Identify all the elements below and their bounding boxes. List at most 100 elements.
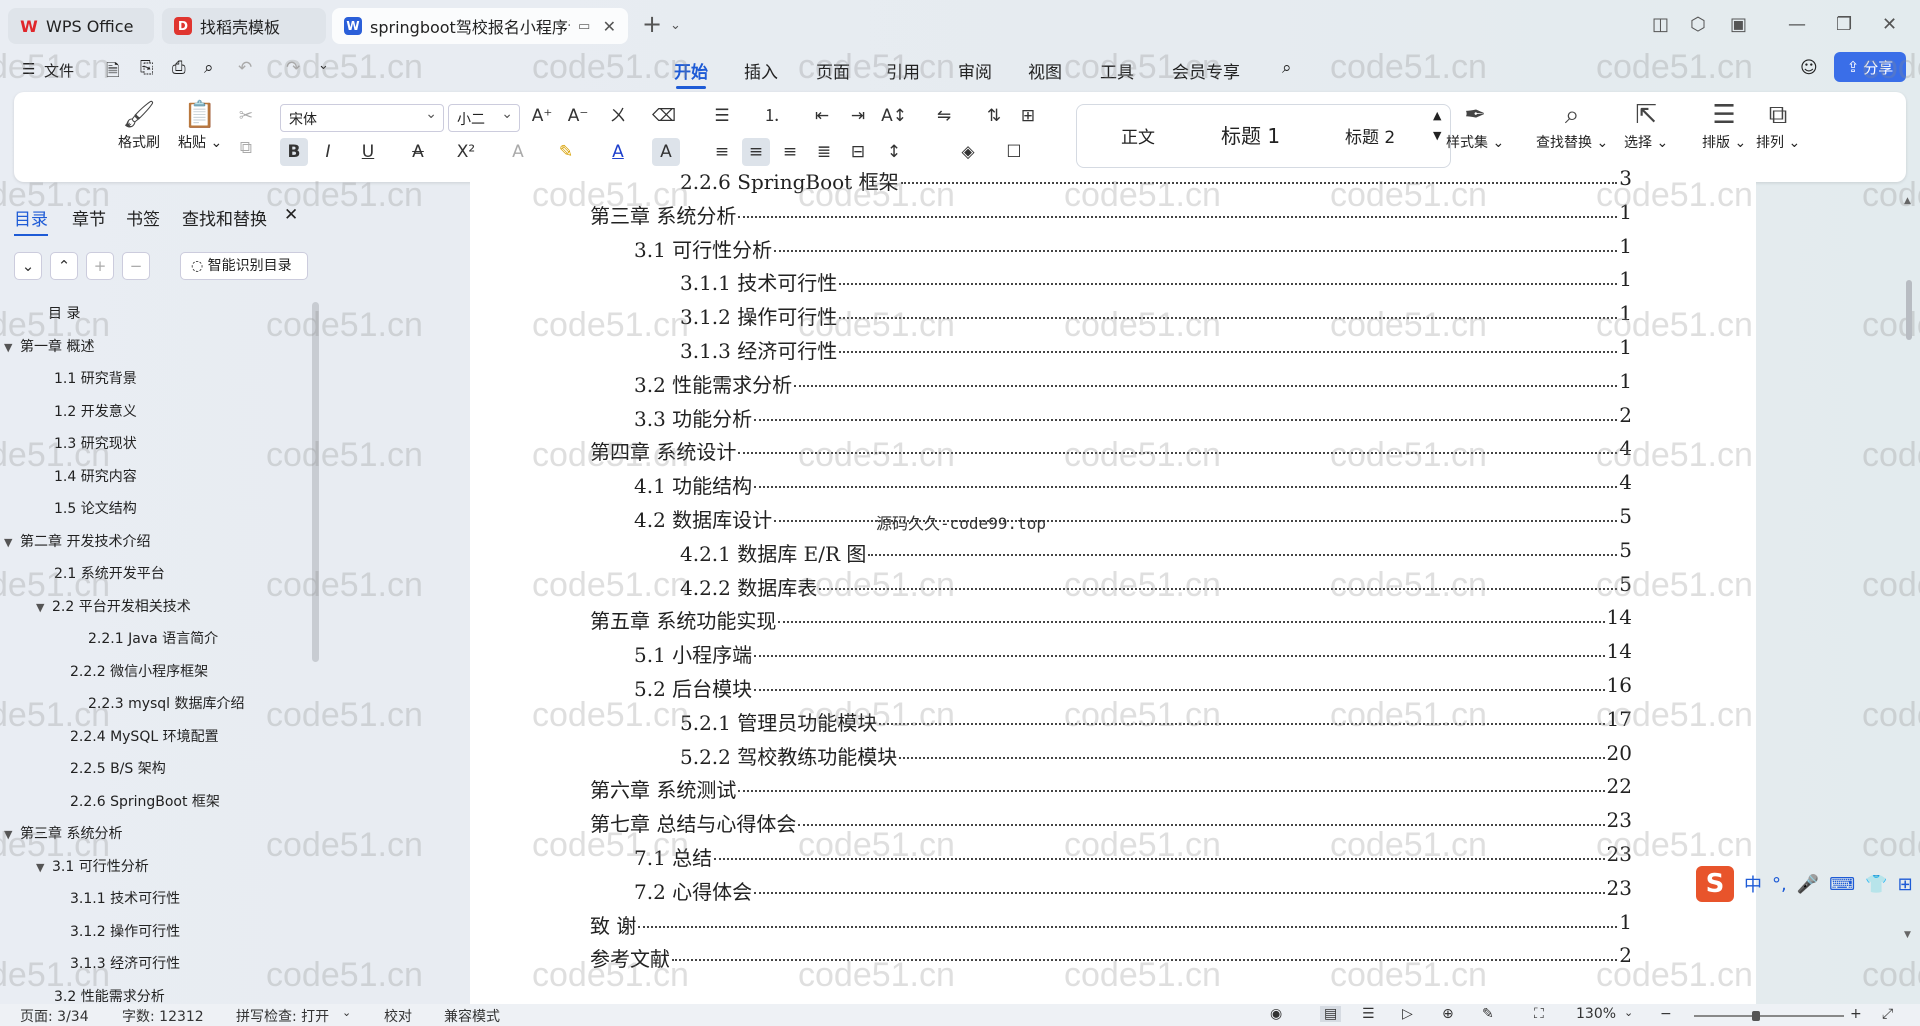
window-icon[interactable]: ▭: [578, 19, 590, 34]
toc-line[interactable]: 4.2.2 数据库表 5: [680, 572, 1632, 600]
toc-line[interactable]: 第五章 系统功能实现 14: [590, 605, 1632, 633]
add-tab-icon[interactable]: +: [642, 10, 662, 38]
page-view-icon[interactable]: ▤: [1320, 1006, 1342, 1022]
convert-icon[interactable]: ⇋: [930, 102, 958, 130]
avatar-icon[interactable]: ▣: [1730, 14, 1747, 35]
play-icon[interactable]: ▷: [1402, 1006, 1413, 1022]
toc-line[interactable]: 3.1 可行性分析 1: [634, 234, 1632, 262]
format-painter-button[interactable]: 🖌 格式刷: [118, 100, 160, 152]
cut-icon[interactable]: ✂: [232, 102, 260, 130]
preview-icon[interactable]: ⌕: [204, 58, 214, 78]
toc-tree-item[interactable]: ▼ 第一章 概述: [4, 336, 94, 356]
toc-tree-item[interactable]: ▼ 第三章 系统分析: [4, 823, 122, 843]
zoom-in-icon[interactable]: +: [1850, 1006, 1862, 1022]
superscript-icon[interactable]: X²: [452, 138, 480, 166]
grid-icon[interactable]: ⊞: [1898, 874, 1913, 895]
sogou-logo-icon[interactable]: S: [1696, 866, 1734, 902]
proofread-button[interactable]: 校对: [384, 1006, 412, 1026]
skin-icon[interactable]: 👕: [1865, 874, 1887, 895]
tab-bookmarks[interactable]: 书签: [126, 205, 160, 230]
ime-language[interactable]: 中: [1744, 871, 1762, 897]
menu-view[interactable]: 视图: [1028, 58, 1062, 83]
pen-icon[interactable]: ✎: [1482, 1006, 1494, 1022]
toc-tree-item[interactable]: 2.2.5 B/S 架构: [70, 758, 166, 778]
font-color-icon[interactable]: A: [604, 138, 632, 166]
arrange-button[interactable]: ⧉ 排列 ⌄: [1756, 100, 1800, 152]
expand-arrow-icon[interactable]: ▼: [36, 601, 52, 614]
show-marks-icon[interactable]: ⊞: [1014, 102, 1042, 130]
spell-check[interactable]: 拼写检查: 打开: [236, 1006, 329, 1026]
toc-line[interactable]: 第三章 系统分析 1: [590, 200, 1632, 228]
web-view-icon[interactable]: ⊕: [1442, 1006, 1454, 1022]
menu-insert[interactable]: 插入: [744, 58, 778, 83]
find-replace-button[interactable]: ⌕ 查找替换 ⌄: [1536, 100, 1608, 152]
print-icon[interactable]: ⎙: [172, 58, 186, 78]
toc-line[interactable]: 5.1 小程序端 14: [634, 639, 1632, 667]
style-normal[interactable]: 正文: [1121, 123, 1155, 148]
bold-icon[interactable]: B: [280, 138, 308, 166]
style-set-button[interactable]: ✒ 样式集 ⌄: [1446, 100, 1504, 152]
increase-indent-icon[interactable]: ⇥: [844, 102, 872, 130]
text-effect-icon[interactable]: A: [504, 138, 532, 166]
char-shading-icon[interactable]: A: [652, 138, 680, 166]
expand-arrow-icon[interactable]: ▼: [36, 861, 52, 874]
menu-file[interactable]: 文件: [44, 60, 74, 81]
toc-line[interactable]: 3.3 功能分析 2: [634, 403, 1632, 431]
undo-icon[interactable]: ↶: [238, 58, 252, 78]
align-center-icon[interactable]: ≡: [742, 138, 770, 166]
toc-line[interactable]: 3.1.3 经济可行性 1: [680, 335, 1632, 363]
chevron-down-icon[interactable]: ⌄: [670, 18, 681, 33]
toc-tree-item[interactable]: ▼ 3.1 可行性分析: [36, 856, 149, 876]
toc-line[interactable]: 参考文献 2: [590, 943, 1632, 971]
collapse-up-icon[interactable]: ⌃: [50, 252, 78, 280]
expand-down-icon[interactable]: ⌄: [14, 252, 42, 280]
zoom-slider[interactable]: [1694, 1011, 1844, 1021]
tab-docer[interactable]: D 找稻壳模板: [162, 8, 326, 44]
redo-icon[interactable]: ↷: [286, 58, 300, 78]
toc-tree-item[interactable]: 3.1.1 技术可行性: [70, 888, 180, 908]
minimize-icon[interactable]: —: [1788, 14, 1806, 35]
export-icon[interactable]: ⎘: [140, 58, 154, 78]
close-window-icon[interactable]: ✕: [1882, 14, 1897, 35]
keyboard-icon[interactable]: ⌨: [1829, 874, 1855, 895]
underline-icon[interactable]: U: [354, 138, 382, 166]
italic-icon[interactable]: I: [314, 138, 342, 166]
strikethrough-icon[interactable]: A: [404, 138, 432, 166]
highlight-icon[interactable]: ✎: [552, 138, 580, 166]
search-icon[interactable]: ⌕: [1282, 58, 1292, 78]
menu-home[interactable]: 开始: [674, 58, 708, 89]
toc-line[interactable]: 3.2 性能需求分析 1: [634, 369, 1632, 397]
menu-page[interactable]: 页面: [816, 58, 850, 83]
menu-review[interactable]: 审阅: [958, 58, 992, 83]
menu-member[interactable]: 会员专享: [1172, 58, 1240, 83]
page-indicator[interactable]: 页面: 3/34: [20, 1006, 89, 1026]
tab-toc[interactable]: 目录: [14, 205, 48, 236]
copy-icon[interactable]: ⧉: [232, 134, 260, 162]
fit-page-icon[interactable]: ⛶: [1534, 1006, 1544, 1022]
fullscreen-icon[interactable]: ⤢: [1882, 1006, 1893, 1022]
sort-icon[interactable]: ⇅: [980, 102, 1008, 130]
toc-tree-item[interactable]: 2.2.3 mysql 数据库介绍: [88, 693, 245, 713]
expand-arrow-icon[interactable]: ▼: [4, 536, 20, 549]
toc-line[interactable]: 第六章 系统测试 22: [590, 774, 1632, 802]
share-button[interactable]: ⇪ 分享: [1834, 52, 1906, 82]
smart-toc-button[interactable]: ◌ 智能识别目录: [180, 252, 308, 280]
toc-line[interactable]: 2.2.6 SpringBoot 框架 3: [680, 166, 1632, 194]
toc-tree-item[interactable]: ▼ 第二章 开发技术介绍: [4, 531, 150, 551]
toc-line[interactable]: 致 谢 1: [590, 910, 1632, 938]
toc-tree-item[interactable]: 2.2.2 微信小程序框架: [70, 661, 208, 681]
toc-tree-item[interactable]: 3.1.2 操作可行性: [70, 921, 180, 941]
align-right-icon[interactable]: ≡: [776, 138, 804, 166]
shrink-font-icon[interactable]: A⁻: [564, 102, 592, 130]
border-icon[interactable]: ☐: [1000, 138, 1028, 166]
toc-tree-item[interactable]: 2.2.1 Java 语言简介: [88, 628, 218, 648]
align-left-icon[interactable]: ≡: [708, 138, 736, 166]
decrease-indent-icon[interactable]: ⇤: [808, 102, 836, 130]
scroll-down-icon[interactable]: ▼: [1904, 930, 1911, 940]
menu-tools[interactable]: 工具: [1100, 58, 1134, 83]
cube-icon[interactable]: ⬡: [1690, 14, 1706, 35]
paste-button[interactable]: 📋 粘贴 ⌄: [178, 100, 222, 152]
clear-format-icon[interactable]: ⌫: [650, 102, 678, 130]
word-count[interactable]: 字数: 12312: [122, 1006, 204, 1026]
style-heading-2[interactable]: 标题 2: [1345, 123, 1395, 148]
